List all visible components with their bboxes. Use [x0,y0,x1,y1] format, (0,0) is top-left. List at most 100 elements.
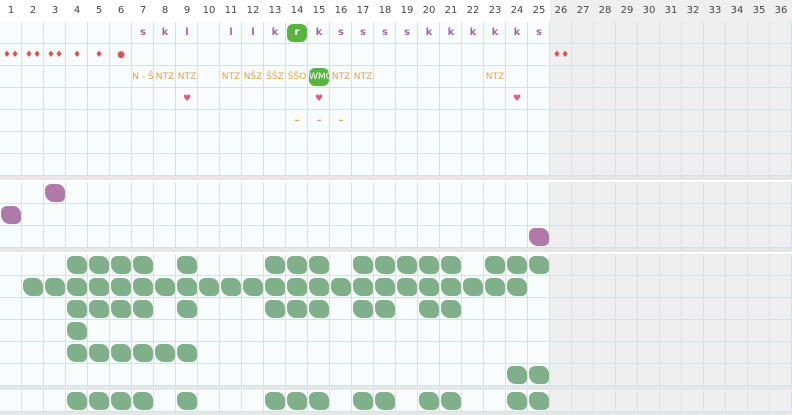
grid-cell[interactable] [374,204,396,226]
shift-code[interactable]: ŠŠO [286,66,308,88]
grid-cell[interactable] [220,320,242,342]
grid-cell[interactable] [440,364,462,386]
shift-letter[interactable]: k [484,22,506,44]
grid-cell[interactable] [22,320,44,342]
grid-cell[interactable] [660,88,682,110]
assignment-blob[interactable] [375,256,395,274]
grid-cell[interactable] [528,204,550,226]
grid-cell[interactable] [550,22,572,44]
grid-cell[interactable] [132,204,154,226]
grid-cell[interactable] [308,182,330,204]
grid-cell[interactable] [726,342,748,364]
grid-cell[interactable] [22,110,44,132]
grid-cell[interactable] [770,88,792,110]
grid-cell[interactable] [638,182,660,204]
assignment-blob[interactable] [89,278,109,296]
grid-cell[interactable] [704,22,726,44]
grid-cell[interactable] [660,254,682,276]
grid-cell[interactable] [462,254,484,276]
grid-cell[interactable] [220,132,242,154]
grid-cell[interactable] [88,22,110,44]
grid-cell[interactable] [396,88,418,110]
assignment-blob[interactable] [441,278,461,296]
grid-cell[interactable] [264,320,286,342]
grid-cell[interactable] [0,66,22,88]
grid-cell[interactable] [88,226,110,248]
grid-cell[interactable] [484,110,506,132]
column-header[interactable]: 34 [726,0,748,22]
grid-cell[interactable] [704,342,726,364]
grid-cell[interactable] [66,22,88,44]
grid-cell[interactable] [286,364,308,386]
grid-cell[interactable] [330,88,352,110]
grid-cell[interactable] [132,88,154,110]
assignment-blob[interactable] [67,392,87,410]
assignment-blob[interactable] [441,256,461,274]
grid-cell[interactable] [748,110,770,132]
grid-cell[interactable] [748,298,770,320]
grid-cell[interactable] [176,364,198,386]
shift-code[interactable]: NTZ [176,66,198,88]
grid-cell[interactable] [660,390,682,412]
grid-cell[interactable] [286,204,308,226]
grid-cell[interactable] [110,364,132,386]
assignment-blob[interactable] [133,256,153,274]
grid-cell[interactable] [308,204,330,226]
grid-cell[interactable] [506,226,528,248]
grid-cell[interactable] [264,88,286,110]
grid-cell[interactable] [132,226,154,248]
grid-cell[interactable] [286,226,308,248]
grid-cell[interactable] [484,44,506,66]
grid-cell[interactable] [132,320,154,342]
grid-cell[interactable] [594,110,616,132]
grid-cell[interactable] [572,342,594,364]
assignment-blob[interactable] [375,278,395,296]
assignment-blob[interactable] [111,278,131,296]
drop-icon[interactable]: ♦♦ [22,44,44,66]
assignment-blob[interactable] [177,392,197,410]
grid-cell[interactable] [440,110,462,132]
grid-cell[interactable] [220,88,242,110]
grid-cell[interactable] [616,342,638,364]
assignment-blob[interactable] [353,392,373,410]
grid-cell[interactable] [418,226,440,248]
grid-cell[interactable] [66,66,88,88]
assignment-blob[interactable] [463,278,483,296]
column-header[interactable]: 28 [594,0,616,22]
grid-cell[interactable] [88,320,110,342]
column-header[interactable]: 10 [198,0,220,22]
grid-cell[interactable] [594,320,616,342]
grid-cell[interactable] [242,132,264,154]
grid-cell[interactable] [550,204,572,226]
grid-cell[interactable] [616,182,638,204]
grid-cell[interactable] [484,88,506,110]
grid-cell[interactable] [374,364,396,386]
grid-cell[interactable] [198,22,220,44]
grid-cell[interactable] [418,182,440,204]
shift-code[interactable]: NTZ [220,66,242,88]
grid-cell[interactable] [66,204,88,226]
grid-cell[interactable] [396,204,418,226]
grid-cell[interactable] [220,182,242,204]
grid-cell[interactable] [528,320,550,342]
grid-cell[interactable] [726,66,748,88]
grid-cell[interactable] [770,66,792,88]
grid-cell[interactable] [88,364,110,386]
grid-cell[interactable] [528,182,550,204]
grid-cell[interactable] [242,254,264,276]
grid-cell[interactable] [770,204,792,226]
grid-cell[interactable] [110,66,132,88]
grid-cell[interactable] [748,88,770,110]
grid-cell[interactable] [110,320,132,342]
grid-cell[interactable] [242,342,264,364]
grid-cell[interactable] [88,110,110,132]
grid-cell[interactable] [22,66,44,88]
grid-cell[interactable] [242,226,264,248]
grid-cell[interactable] [682,276,704,298]
grid-cell[interactable] [572,390,594,412]
grid-cell[interactable] [770,364,792,386]
grid-cell[interactable] [308,44,330,66]
grid-cell[interactable] [220,204,242,226]
assignment-blob[interactable] [309,392,329,410]
grid-cell[interactable] [154,110,176,132]
